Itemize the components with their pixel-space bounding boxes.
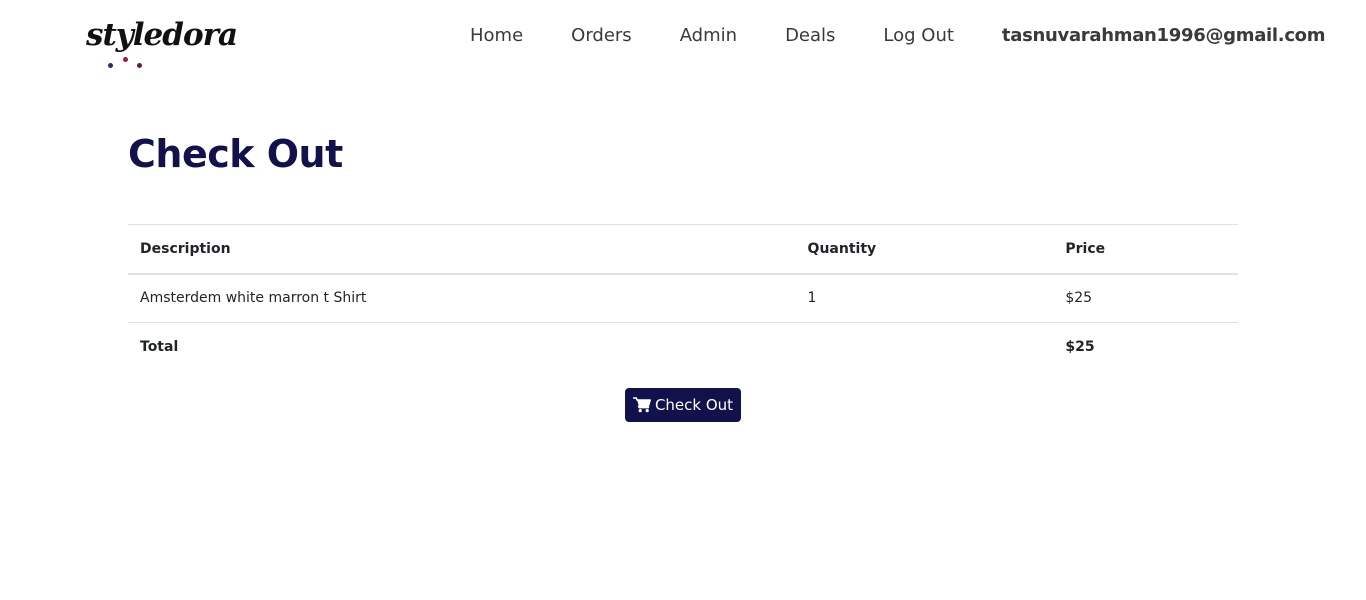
checkout-button-label: Check Out [654,396,734,414]
total-label: Total [140,339,179,356]
logo-dot [137,63,142,68]
shopping-cart-icon [632,397,651,413]
logo-dot [123,57,128,62]
item-quantity: 1 [807,290,817,307]
column-header-description: Description [140,240,231,257]
nav-link-orders[interactable]: Orders [571,25,632,46]
total-price: $25 [1065,339,1095,356]
column-header-quantity: Quantity [807,240,877,257]
nav-link-deals[interactable]: Deals [785,25,835,46]
nav-links: Home Orders Admin Deals Log Out tasnuvar… [470,22,1326,48]
table-row: Amsterdem white marron t Shirt 1 $25 [128,274,1238,323]
checkout-table: Description Quantity Price Amsterdem whi… [128,224,1238,372]
table-header-row: Description Quantity Price [128,224,1238,274]
logo-dot [108,63,113,68]
nav-link-admin[interactable]: Admin [680,25,737,46]
nav-link-home[interactable]: Home [470,25,523,46]
navbar: styledora Home Orders Admin Deals Log Ou… [0,0,1366,80]
brand-logo[interactable]: styledora [86,18,238,74]
page-title: Check Out [128,132,343,176]
brand-logo-text: styledora [86,17,238,53]
table-body: Amsterdem white marron t Shirt 1 $25 Tot… [128,274,1238,372]
nav-link-logout[interactable]: Log Out [883,25,954,46]
total-quantity-empty [796,323,1054,372]
user-email: tasnuvarahman1996@gmail.com [1001,24,1326,46]
table-header: Description Quantity Price [128,224,1238,274]
item-price: $25 [1065,290,1093,307]
column-header-price: Price [1065,240,1106,257]
item-description: Amsterdem white marron t Shirt [140,290,367,307]
total-row: Total $25 [128,323,1238,372]
checkout-button[interactable]: Check Out [625,388,741,422]
